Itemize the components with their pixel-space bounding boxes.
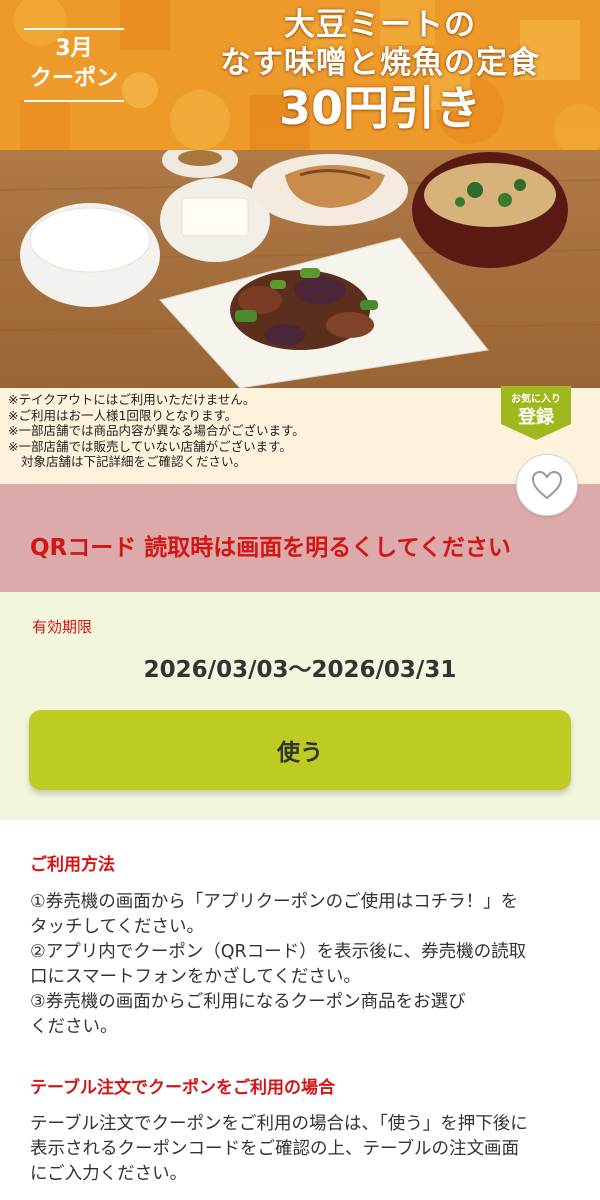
favorite-tag-label: 登録 — [518, 407, 554, 428]
table-order-body: テーブル注文でクーポンをご利用の場合は、「使う」を押下後に 表示されるクーポンコ… — [30, 1112, 575, 1187]
table-order-line: テーブル注文でクーポンをご利用の場合は、「使う」を押下後に — [30, 1114, 528, 1134]
validity-label: 有効期限 — [32, 618, 93, 636]
meal-photo — [0, 150, 600, 388]
badge-month: 3月 — [55, 36, 93, 61]
table-order-line: にご入力ください。 — [30, 1164, 188, 1184]
table-order-line: 表示されるクーポンコードをご確認の上、テーブルの注文画面 — [30, 1139, 519, 1159]
favorite-register-tag: お気に入り 登録 — [501, 386, 571, 440]
banner-title-line2: なす味噌と焼魚の定食 — [220, 45, 540, 81]
month-coupon-badge: 3月 クーポン — [20, 28, 128, 114]
validity-dates: 2026/03/03～2026/03/31 — [143, 657, 457, 683]
favorite-button[interactable] — [516, 454, 578, 516]
banner-title-line1: 大豆ミートの — [284, 7, 476, 43]
howto-title: ご利用方法 — [30, 855, 115, 875]
coupon-banner: 3月 クーポン 大豆ミートの なす味噌と焼魚の定食 30円引き — [0, 0, 600, 150]
howto-line: 口にスマートフォンをかざしてください。 — [30, 967, 361, 987]
howto-body: ①券売機の画面から「アプリクーポンのご使用はコチラ！」を タッチしてください。 … — [30, 890, 575, 1040]
heart-icon — [531, 470, 563, 500]
banner-title-line3: 30円引き — [278, 81, 481, 135]
use-coupon-button[interactable]: 使う — [29, 710, 571, 790]
badge-kind: クーポン — [29, 66, 118, 91]
qr-notice-text: QRコード 読取時は画面を明るくしてください — [30, 535, 511, 561]
table-order-title: テーブル注文でクーポンをご利用の場合 — [30, 1078, 335, 1098]
howto-line: ②アプリ内でクーポン（QRコード）を表示後に、券売機の読取 — [30, 942, 527, 962]
banner-title: 大豆ミートの なす味噌と焼魚の定食 30円引き — [160, 6, 600, 136]
howto-line: ③券売機の画面からご利用になるクーポン商品をお選び — [30, 992, 466, 1012]
howto-line: ①券売機の画面から「アプリクーポンのご使用はコチラ！」を — [30, 892, 519, 912]
howto-line: タッチしてください。 — [30, 917, 204, 937]
note-line: 対象店舗は下記詳細をご確認ください。 — [21, 454, 247, 470]
note-line: ※一部店舗では販売していない店舗がございます。 — [8, 438, 292, 454]
howto-line: ください。 — [30, 1017, 118, 1037]
